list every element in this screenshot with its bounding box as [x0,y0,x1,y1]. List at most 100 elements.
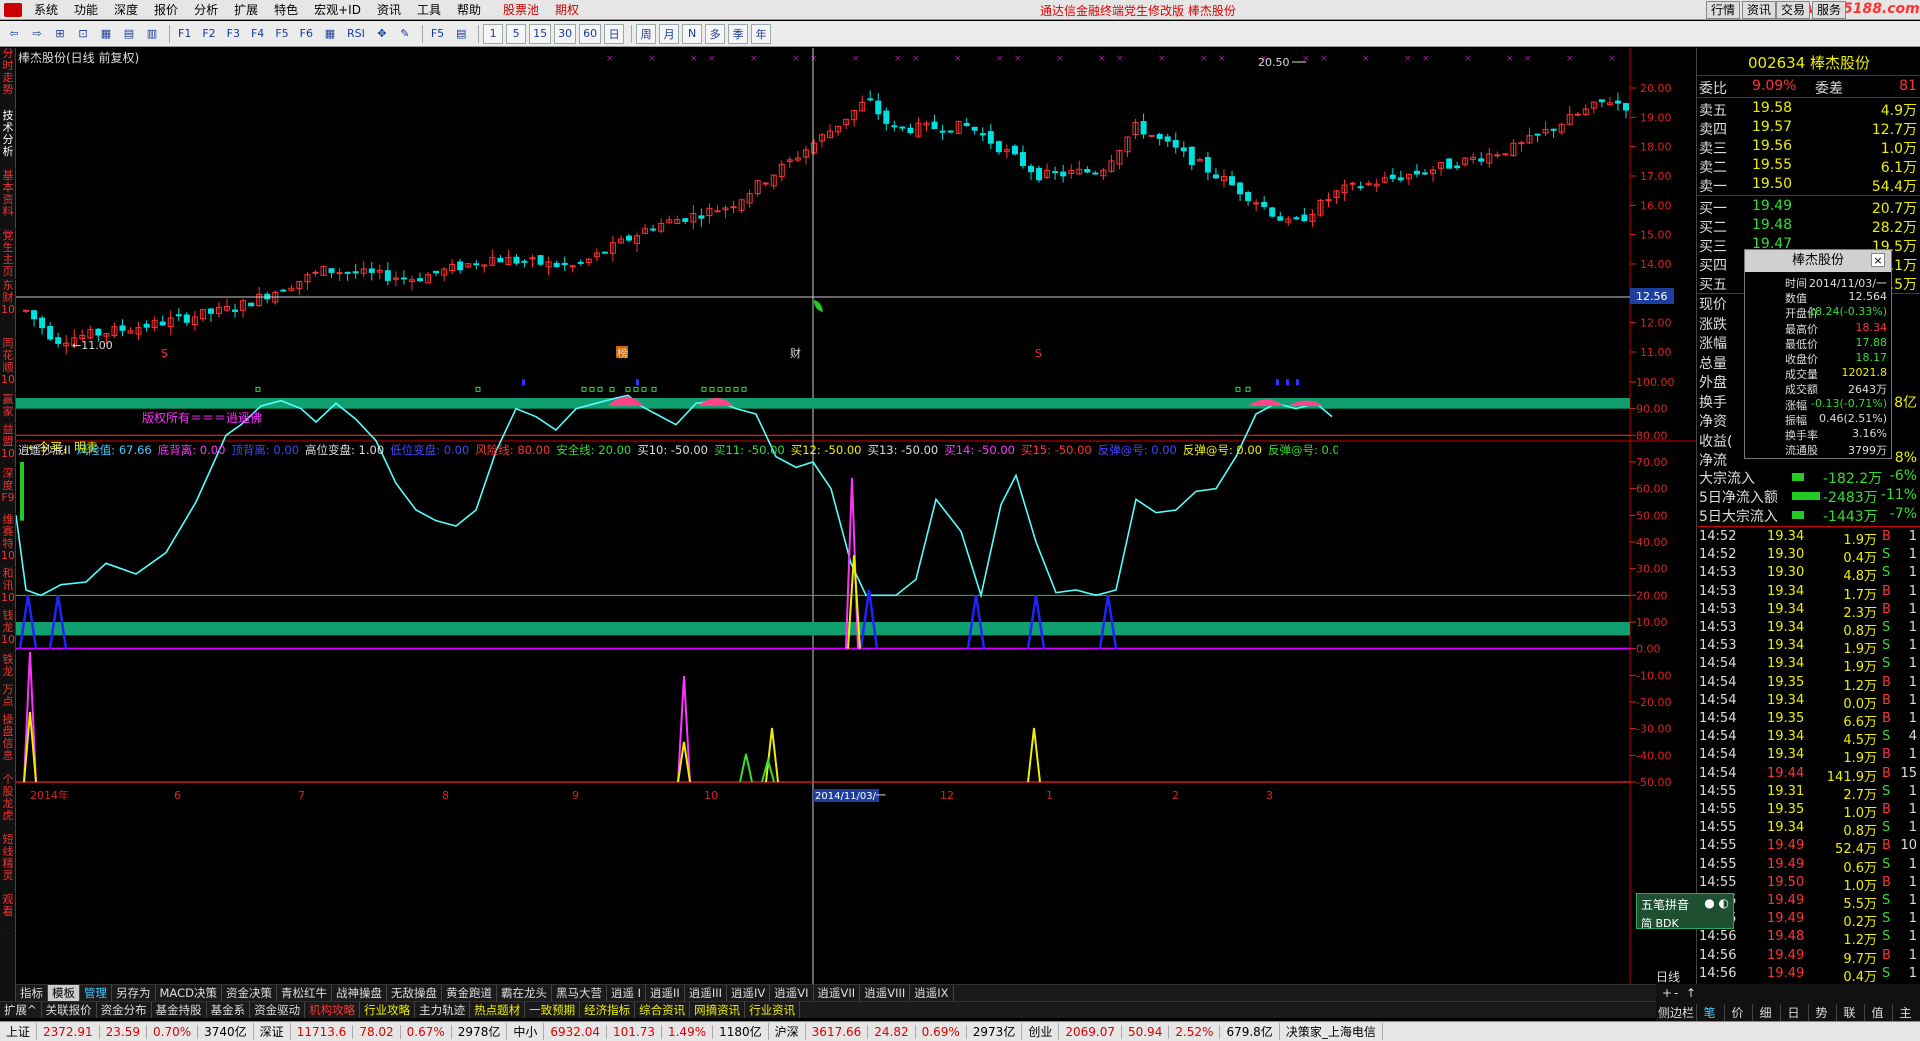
ext-tab-9[interactable]: 热点题材 [470,1002,526,1018]
ext-tab-6[interactable]: 机构攻略 [305,1002,361,1018]
menu-item-2[interactable]: 深度 [106,1,146,18]
toolbar-button-20[interactable]: 5 [506,23,527,44]
toolbar-button-19[interactable]: 1 [483,23,504,44]
vtab-16[interactable]: 短线精灵 [0,834,16,894]
template-tab-19[interactable]: 逍遥IX [910,985,954,1001]
side-ctrl-2[interactable]: ↑ [1686,986,1696,1000]
top-right-button-3[interactable]: 服务 [1812,1,1847,19]
toolbar-button-24[interactable]: 日 [604,23,625,44]
template-tab-17[interactable]: 逍遥VII [814,985,861,1001]
ext-tab-3[interactable]: 基金持股 [152,1002,207,1018]
vtab-17[interactable]: 观看 [0,894,16,934]
template-tab-18[interactable]: 逍遥VIII [860,985,911,1001]
toolbar-button-22[interactable]: 30 [554,23,577,44]
menu-item-7[interactable]: 宏观+ID [306,1,369,18]
menu-item-8[interactable]: 资讯 [369,1,409,18]
template-tab-8[interactable]: 无敌操盘 [387,985,442,1001]
toolbar-button-1[interactable]: ⇨ [27,24,47,44]
template-tab-16[interactable]: 逍遥VI [770,985,814,1001]
top-right-button-2[interactable]: 交易 [1776,1,1811,19]
toolbar-button-17[interactable]: F5 [427,24,448,44]
sidebar-toggle[interactable]: 侧边栏 [1658,1004,1694,1021]
vtab-0[interactable]: 分时走势 [0,48,16,110]
toolbar-button-0[interactable]: ⇦ [4,24,24,44]
toolbar-button-4[interactable]: ▦ [96,24,116,44]
template-tab-7[interactable]: 战神操盘 [332,985,387,1001]
template-tab-1[interactable]: 模板 [48,985,80,1001]
toolbar-button-7[interactable]: F1 [174,24,195,44]
toolbar-button-27[interactable]: N [682,23,703,44]
ext-tab-12[interactable]: 综合资讯 [635,1002,691,1018]
toolbar-button-16[interactable]: ✎ [395,24,415,44]
ext-tab-8[interactable]: 主力轨迹 [415,1002,471,1018]
side-ctrl-0[interactable]: + [1662,986,1672,1000]
toolbar-button-25[interactable]: 周 [636,23,657,44]
template-tab-0[interactable]: 指标 [16,985,48,1001]
menu-item-1[interactable]: 功能 [66,1,106,18]
close-icon[interactable]: × [1871,253,1885,267]
ext-tab-14[interactable]: 行业资讯 [745,1002,801,1018]
vtab-11[interactable]: 钱龙10 [0,610,16,654]
top-right-button-1[interactable]: 资讯 [1742,1,1777,19]
toolbar-button-29[interactable]: 季 [728,23,749,44]
ext-tab-2[interactable]: 资金分布 [97,1002,152,1018]
kline-chart[interactable]: 20.0019.0018.0017.0016.0015.0014.0013.00… [16,48,1696,984]
vtab-14[interactable]: 操盘信息 [0,714,16,774]
toolbar-button-12[interactable]: F6 [296,24,317,44]
toolbar-button-10[interactable]: F4 [247,24,268,44]
toolbar-button-9[interactable]: F3 [223,24,244,44]
template-tab-6[interactable]: 青松红牛 [277,985,332,1001]
toolbar-button-6[interactable]: ▥ [142,24,162,44]
menu-item-3[interactable]: 报价 [146,1,186,18]
toolbar-button-5[interactable]: ▤ [119,24,139,44]
ime-widget[interactable]: 五笔拼音 ● ◐ 简 BDK [1636,893,1734,931]
vtab-2[interactable]: 基本资料 [0,170,16,230]
template-tab-9[interactable]: 黄金跑道 [442,985,497,1001]
toolbar-button-21[interactable]: 15 [529,23,552,44]
ext-tab-4[interactable]: 基金系 [207,1002,251,1018]
menu-item-5[interactable]: 扩展 [226,1,266,18]
vtab-4[interactable]: 东财10 [0,280,16,338]
toolbar-button-11[interactable]: F5 [271,24,292,44]
menu-red-item-0[interactable]: 股票池 [495,1,547,18]
top-right-button-0[interactable]: 行情 [1706,1,1741,19]
template-tab-15[interactable]: 逍遥IV [727,985,771,1001]
toolbar-button-14[interactable]: RSI [343,24,369,44]
toolbar-button-28[interactable]: 多 [705,23,726,44]
ext-tab-11[interactable]: 经济指标 [580,1002,636,1018]
toolbar-button-26[interactable]: 月 [659,23,680,44]
template-tab-10[interactable]: 霸在龙头 [497,985,552,1001]
template-tab-11[interactable]: 黑马大营 [552,985,607,1001]
menu-item-4[interactable]: 分析 [186,1,226,18]
ext-tab-10[interactable]: 一致预期 [525,1002,581,1018]
toolbar-button-15[interactable]: ✥ [372,24,392,44]
vtab-9[interactable]: 维赛特10 [0,514,16,568]
side-ctrl-1[interactable]: - [1674,986,1678,1000]
ext-tab-13[interactable]: 网摘资讯 [690,1002,746,1018]
vtab-8[interactable]: 深度F9 [0,468,16,514]
vtab-1[interactable]: 技术分析 [0,110,16,170]
ext-tab-7[interactable]: 行业攻略 [360,1002,416,1018]
toolbar-button-23[interactable]: 60 [579,23,602,44]
quote-tab-5[interactable]: 联 [1836,1004,1862,1021]
menu-red-item-1[interactable]: 期权 [547,1,587,18]
quote-tab-3[interactable]: 日 [1780,1004,1806,1021]
menu-item-6[interactable]: 特色 [266,1,306,18]
ext-tab-0[interactable]: 扩展^ [0,1002,42,1018]
quote-tab-7[interactable]: 主 [1892,1004,1918,1021]
ime-toggle-icon[interactable]: ● ◐ [1704,896,1729,913]
menu-item-9[interactable]: 工具 [409,1,449,18]
template-tab-12[interactable]: 逍遥 I [607,985,647,1001]
vtab-10[interactable]: 和讯10 [0,568,16,610]
template-tab-4[interactable]: MACD决策 [156,985,222,1001]
template-tab-5[interactable]: 资金决策 [222,985,277,1001]
ime-mode[interactable]: 简 BDK [1637,915,1733,931]
vtab-7[interactable]: 益盟10 [0,424,16,468]
toolbar-button-2[interactable]: ⊞ [50,24,70,44]
quote-tab-0[interactable]: 笔 [1696,1004,1722,1021]
vtab-6[interactable]: 赢家 [0,394,16,424]
menu-item-0[interactable]: 系统 [26,1,66,18]
ext-tab-1[interactable]: 关联报价 [42,1002,97,1018]
toolbar-button-3[interactable]: ⊡ [73,24,93,44]
quote-tab-4[interactable]: 势 [1808,1004,1834,1021]
